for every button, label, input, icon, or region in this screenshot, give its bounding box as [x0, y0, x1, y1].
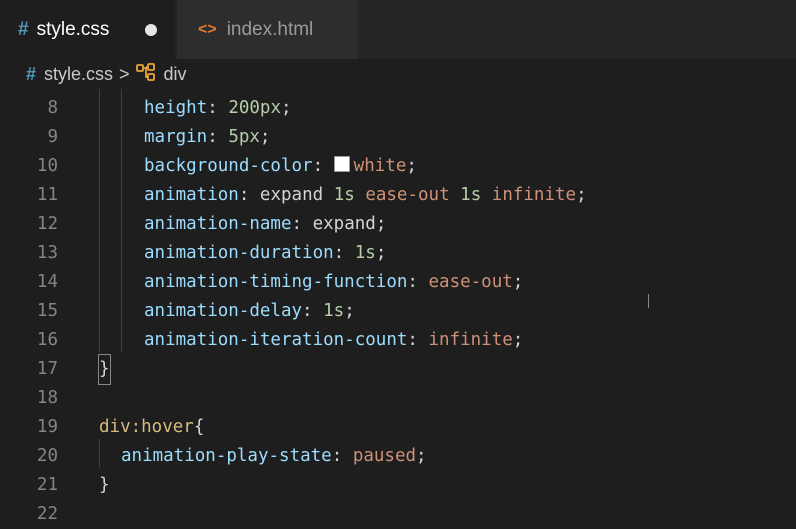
- tab-style-css[interactable]: # style.css: [0, 0, 175, 59]
- code-line: 21 }: [0, 471, 796, 500]
- chevron-right-icon: >: [119, 63, 130, 84]
- line-number: 16: [36, 330, 58, 350]
- line-number: 18: [36, 388, 58, 408]
- line-number: 10: [36, 156, 58, 176]
- tab-label: style.css: [36, 18, 110, 40]
- line-number: 12: [36, 214, 58, 234]
- tab-index-html[interactable]: <> index.html: [177, 0, 358, 59]
- code-line: 9 margin: 5px;: [0, 123, 796, 152]
- code-text: animation-duration: 1s;: [144, 243, 387, 263]
- code-line: 17 }: [0, 354, 796, 385]
- line-number: 15: [36, 301, 58, 321]
- code-line: 8 height: 200px;: [0, 94, 796, 123]
- code-text: animation-delay: 1s;: [144, 301, 355, 321]
- code-line: 22: [0, 500, 796, 529]
- code-line: 13 animation-duration: 1s;: [0, 239, 796, 268]
- code-editor[interactable]: 8 height: 200px; 9 margin: 5px; 10 backg…: [0, 89, 796, 527]
- matched-brace: }: [98, 354, 111, 385]
- line-number: 22: [36, 504, 58, 524]
- unsaved-dot-icon[interactable]: [145, 24, 157, 36]
- tab-label: index.html: [226, 18, 314, 40]
- line-number: 11: [36, 185, 58, 205]
- css-file-icon: #: [18, 18, 29, 40]
- code-line: 18: [0, 384, 796, 413]
- color-swatch[interactable]: [333, 156, 350, 172]
- breadcrumb-symbol[interactable]: div: [164, 64, 187, 85]
- breadcrumb-file[interactable]: style.css: [44, 64, 113, 85]
- code-text: animation-name: expand;: [144, 214, 387, 234]
- line-number: 8: [47, 98, 58, 118]
- code-text: margin: 5px;: [144, 127, 271, 147]
- css-file-icon: #: [26, 63, 37, 84]
- line-number: 21: [36, 475, 58, 495]
- code-text: animation-play-state: paused;: [121, 446, 427, 466]
- code-line: 20 animation-play-state: paused;: [0, 442, 796, 471]
- code-line-current: 16 animation-iteration-count: infinite;: [0, 326, 796, 355]
- line-number: 9: [47, 127, 58, 147]
- breadcrumb: # style.css > div: [0, 59, 796, 89]
- code-line: 10 background-color: white;: [0, 152, 796, 181]
- line-number: 14: [36, 272, 58, 292]
- line-number: 13: [36, 243, 58, 263]
- code-text: height: 200px;: [144, 98, 292, 118]
- code-line: 14 animation-timing-function: ease-out;: [0, 268, 796, 297]
- code-line: 12 animation-name: expand;: [0, 210, 796, 239]
- code-text: background-color: white;: [144, 156, 417, 176]
- code-line: 15 animation-delay: 1s;: [0, 297, 796, 326]
- code-text: }: [99, 475, 110, 495]
- code-line: 19 div:hover{: [0, 413, 796, 442]
- code-text: animation: expand 1s ease-out 1s infinit…: [144, 185, 587, 205]
- html-file-icon: <>: [198, 20, 217, 38]
- line-number: 19: [36, 417, 58, 437]
- tab-bar: # style.css <> index.html: [0, 0, 796, 59]
- line-number: 17: [36, 359, 58, 379]
- code-text: animation-timing-function: ease-out;: [144, 272, 524, 292]
- mouse-cursor-icon: [648, 294, 649, 308]
- symbol-class-icon: [135, 62, 156, 86]
- code-text: animation-iteration-count: infinite;: [144, 330, 524, 350]
- code-text: div:hover{: [99, 417, 205, 437]
- code-line: 11 animation: expand 1s ease-out 1s infi…: [0, 181, 796, 210]
- line-number: 20: [36, 446, 58, 466]
